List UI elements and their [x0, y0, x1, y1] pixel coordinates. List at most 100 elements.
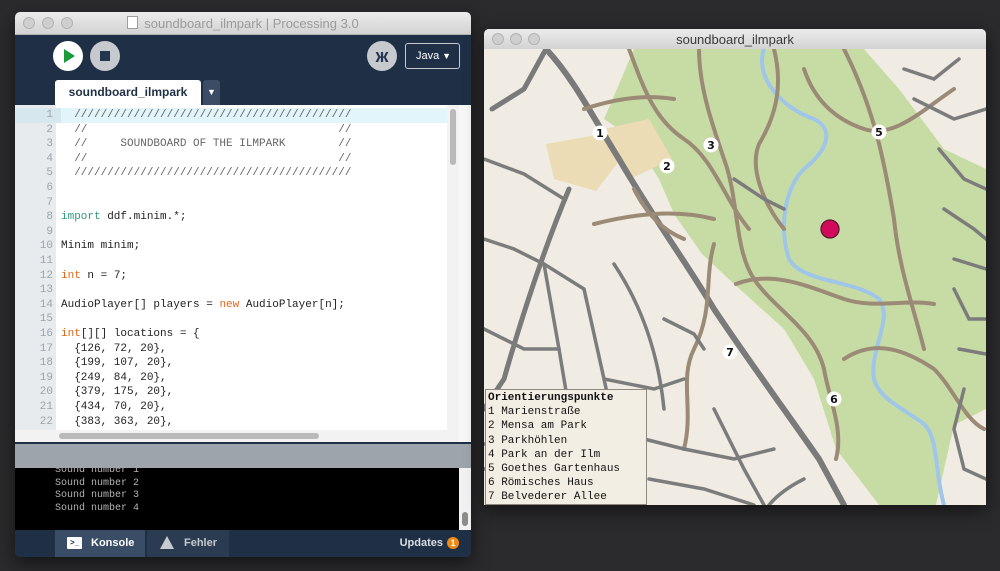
code-text: ////////////////////////////////////////… — [61, 167, 352, 180]
sketch-window: soundboard_ilmpark 1 2 3 5 6 7 Orientier… — [484, 29, 986, 505]
code-line[interactable]: 19 {249, 84, 20}, — [15, 371, 459, 386]
code-text: ////////////////////////////////////////… — [61, 109, 352, 121]
code-text: // // — [61, 152, 352, 165]
updates-label: Updates — [399, 537, 443, 549]
tab-menu-button[interactable]: ▼ — [203, 80, 220, 105]
code-text: AudioPlayer[] players = — [61, 298, 220, 311]
map-legend: Orientierungspunkte 1 Marienstraße 2 Mens… — [485, 389, 647, 505]
line-number: 2 — [46, 123, 53, 136]
line-number: 6 — [46, 182, 53, 194]
code-line[interactable]: 15 — [15, 312, 459, 327]
mode-selector[interactable]: Java ▼ — [405, 43, 460, 69]
code-line[interactable]: 1 //////////////////////////////////////… — [15, 108, 459, 123]
code-text: [][] locations = { — [80, 328, 200, 340]
code-line[interactable]: 11 — [15, 254, 459, 269]
keyword: import — [61, 211, 101, 224]
code-line[interactable]: 2 // // — [15, 123, 459, 138]
code-text: {379, 175, 20}, — [61, 386, 174, 399]
legend-item: 1 Marienstraße — [488, 406, 581, 419]
code-line[interactable]: 10 Minim minim; — [15, 239, 459, 254]
line-number: 22 — [39, 415, 53, 428]
mode-selector-label: Java — [416, 50, 440, 62]
run-button[interactable] — [53, 41, 83, 71]
line-number: 21 — [39, 401, 53, 413]
console-tab[interactable]: >_ Konsole — [55, 530, 145, 557]
code-text: {249, 84, 20}, — [61, 371, 167, 384]
code-line[interactable]: 6 — [15, 181, 459, 196]
code-text: Minim minim; — [61, 240, 141, 253]
code-line[interactable]: 18 {199, 107, 20}, — [15, 356, 459, 371]
line-number: 20 — [39, 386, 53, 399]
console-output[interactable]: Sound number 1 Sound number 2 Sound number… — [15, 468, 459, 530]
legend-item: 5 Goethes Gartenhaus — [488, 462, 621, 475]
console-scrollbar[interactable] — [459, 468, 471, 530]
marker-6-label: 6 — [830, 393, 838, 406]
scroll-thumb[interactable] — [450, 109, 456, 165]
position-indicator[interactable] — [820, 219, 840, 239]
line-number: 19 — [39, 371, 53, 384]
console-line: Sound number 3 — [55, 490, 140, 501]
butterfly-icon: ж — [375, 46, 389, 66]
chevron-down-icon: ▼ — [207, 87, 216, 97]
sketch-titlebar[interactable]: soundboard_ilmpark — [484, 29, 986, 50]
code-text: {126, 72, 20}, — [61, 342, 167, 355]
code-text: {434, 70, 20}, — [61, 401, 167, 413]
ide-window-title: soundboard_ilmpark | Processing 3.0 — [144, 16, 359, 31]
marker-5-label: 5 — [875, 126, 883, 139]
code-line[interactable]: 16 int[][] locations = { — [15, 327, 459, 342]
code-line[interactable]: 14 AudioPlayer[] players = new AudioPlaye… — [15, 298, 459, 313]
code-line[interactable]: 12 int n = 7; — [15, 269, 459, 284]
code-editor[interactable]: 1 //////////////////////////////////////… — [15, 105, 459, 431]
errors-tab-label: Fehler — [184, 537, 218, 549]
line-number: 9 — [46, 225, 53, 238]
debugger-button[interactable]: ж — [367, 41, 397, 71]
console-line: Sound number 4 — [55, 502, 140, 514]
legend-item: 4 Park an der Ilm — [488, 448, 601, 461]
line-number: 16 — [39, 328, 53, 340]
code-text: // SOUNDBOARD OF THE ILMPARK // — [61, 138, 352, 151]
line-number: 14 — [39, 298, 53, 311]
document-icon — [127, 16, 139, 29]
line-number: 12 — [39, 269, 53, 282]
code-line[interactable]: 20 {379, 175, 20}, — [15, 385, 459, 400]
scroll-thumb[interactable] — [59, 433, 319, 439]
code-line[interactable]: 4 // // — [15, 152, 459, 167]
code-line[interactable]: 5 //////////////////////////////////////… — [15, 166, 459, 181]
editor-vertical-scrollbar[interactable] — [447, 105, 459, 431]
code-line[interactable]: 9 — [15, 225, 459, 240]
ide-window: soundboard_ilmpark | Processing 3.0 ж Ja… — [15, 12, 471, 557]
code-line[interactable]: 13 — [15, 283, 459, 298]
chevron-down-icon: ▼ — [442, 51, 451, 61]
code-line[interactable]: 3 // SOUNDBOARD OF THE ILMPARK // — [15, 137, 459, 152]
code-text: {199, 107, 20}, — [61, 357, 174, 370]
keyword: new — [219, 298, 240, 311]
code-line[interactable]: 17 {126, 72, 20}, — [15, 342, 459, 357]
code-line[interactable]: 22 {383, 363, 20}, — [15, 415, 459, 430]
code-text: // // — [61, 123, 352, 136]
marker-3-label: 3 — [707, 139, 715, 152]
message-bar — [15, 444, 471, 468]
editor-horizontal-scrollbar[interactable] — [15, 430, 459, 442]
sketch-window-title: soundboard_ilmpark — [676, 32, 794, 47]
tab-soundboard-ilmpark[interactable]: soundboard_ilmpark — [55, 80, 201, 105]
errors-tab[interactable]: Fehler — [147, 530, 229, 557]
code-line[interactable]: 7 — [15, 196, 459, 211]
marker-7-label: 7 — [726, 346, 734, 359]
line-number: 5 — [46, 167, 53, 180]
ide-titlebar[interactable]: soundboard_ilmpark | Processing 3.0 — [15, 12, 471, 35]
code-text: AudioPlayer[n]; — [239, 298, 345, 311]
editor-side-strip — [459, 105, 471, 442]
code-text: n = 7; — [80, 269, 128, 282]
updates-button[interactable]: Updates 1 — [400, 530, 459, 557]
console-tab-label: Konsole — [91, 537, 135, 549]
updates-count-badge: 1 — [447, 537, 459, 549]
warning-icon — [160, 536, 174, 549]
scroll-thumb[interactable] — [462, 512, 468, 526]
code-line[interactable]: 21 {434, 70, 20}, — [15, 400, 459, 415]
legend-item: 2 Mensa am Park — [488, 420, 588, 433]
legend-item: 7 Belvederer Allee — [488, 491, 607, 504]
line-number: 4 — [46, 152, 53, 165]
stop-button[interactable] — [90, 41, 120, 71]
code-line[interactable]: 8 import ddf.minim.*; — [15, 210, 459, 225]
line-number: 8 — [46, 211, 53, 224]
